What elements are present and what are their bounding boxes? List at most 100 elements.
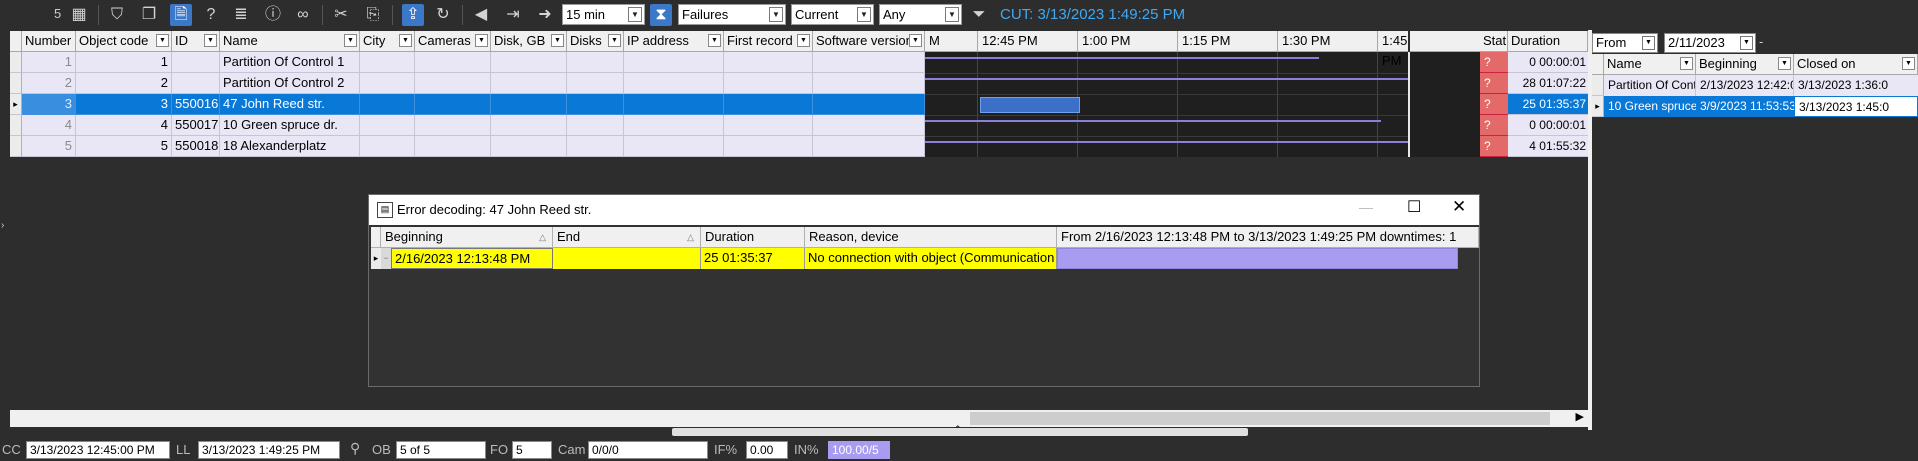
ll-field[interactable]: 3/13/2023 1:49:25 PM bbox=[198, 441, 340, 459]
table-cell[interactable] bbox=[813, 94, 925, 115]
table-row[interactable]: 4 4 550017 10 Green spruce dr. bbox=[10, 115, 925, 136]
table-cell-number[interactable]: 4 bbox=[22, 115, 76, 136]
table-cell[interactable] bbox=[567, 94, 624, 115]
rcol-name[interactable]: Name ▼ bbox=[1604, 54, 1696, 75]
stat-cell[interactable]: ? bbox=[1480, 94, 1508, 115]
table-cell[interactable] bbox=[724, 52, 813, 73]
table-row[interactable]: 5 5 550018 18 Alexanderplatz bbox=[10, 136, 925, 157]
cam-field[interactable]: 0/0/0 bbox=[588, 441, 708, 459]
refresh-icon[interactable]: ↻ bbox=[432, 4, 454, 26]
col-city[interactable]: City ▼ bbox=[360, 31, 415, 52]
table-row[interactable]: 2 2 Partition Of Control 2 bbox=[10, 73, 925, 94]
table-cell[interactable] bbox=[491, 136, 567, 157]
table-cell-name[interactable]: 47 John Reed str. bbox=[220, 94, 360, 115]
duration-cell[interactable]: 0 00:00:01 bbox=[1508, 115, 1588, 136]
table-cell[interactable] bbox=[567, 115, 624, 136]
export-icon[interactable]: ⇪ bbox=[402, 4, 424, 26]
table-cell[interactable] bbox=[360, 115, 415, 136]
table-cell[interactable] bbox=[415, 73, 491, 94]
table-cell-code[interactable]: 3 bbox=[76, 94, 172, 115]
table-cell[interactable] bbox=[624, 73, 724, 94]
stat-cell[interactable]: ? bbox=[1480, 115, 1508, 136]
table-cell-id[interactable] bbox=[172, 73, 220, 94]
table-cell[interactable] bbox=[724, 136, 813, 157]
table-cell-name[interactable]: 18 Alexanderplatz bbox=[220, 136, 360, 157]
table-cell-code[interactable]: 1 bbox=[76, 52, 172, 73]
table-cell-number[interactable]: 1 bbox=[22, 52, 76, 73]
table-cell[interactable] bbox=[360, 52, 415, 73]
info-icon[interactable]: ⓘ bbox=[262, 4, 284, 26]
col-id[interactable]: ID ▼ bbox=[172, 31, 220, 52]
in-field[interactable]: 100.00/5 bbox=[828, 441, 890, 459]
duration-cell[interactable]: 0 00:00:01 bbox=[1508, 52, 1588, 73]
scope-select[interactable]: Any ▼ bbox=[879, 4, 962, 25]
duration-cell[interactable]: 25 01:35:37 bbox=[1508, 94, 1588, 115]
rcol-beginning[interactable]: Beginning ▼ bbox=[1696, 54, 1794, 75]
table-cell[interactable] bbox=[360, 136, 415, 157]
back-icon[interactable]: ◀ bbox=[470, 4, 492, 26]
hourglass-icon[interactable]: ⧗ bbox=[650, 4, 672, 26]
table-cell[interactable] bbox=[360, 94, 415, 115]
col-object-code[interactable]: Object code ▼ bbox=[76, 31, 172, 52]
table-cell[interactable] bbox=[624, 115, 724, 136]
table-cell-id[interactable] bbox=[172, 52, 220, 73]
rp-row-2-beginning[interactable]: 3/9/2023 11:53:53 A bbox=[1696, 96, 1794, 117]
maximize-icon[interactable]: ☐ bbox=[1407, 197, 1421, 217]
from-select[interactable]: From ▼ bbox=[1592, 33, 1658, 53]
table-cell-id[interactable]: 550017 bbox=[172, 115, 220, 136]
table-cell[interactable] bbox=[415, 52, 491, 73]
table-cell-name[interactable]: 10 Green spruce dr. bbox=[220, 115, 360, 136]
table-cell[interactable] bbox=[624, 52, 724, 73]
dcol-reason[interactable]: Reason, device bbox=[805, 227, 1057, 248]
table-cell[interactable] bbox=[415, 94, 491, 115]
if-field[interactable]: 0.00 bbox=[746, 441, 788, 459]
minimize-icon[interactable]: — bbox=[1359, 199, 1373, 215]
table-cell[interactable] bbox=[724, 73, 813, 94]
col-duration[interactable]: Duration bbox=[1508, 31, 1588, 52]
dialog-cell-beginning[interactable]: 2/16/2023 12:13:48 PM bbox=[391, 248, 553, 269]
table-cell-id[interactable]: 550018 bbox=[172, 136, 220, 157]
col-name[interactable]: Name ▼ bbox=[220, 31, 360, 52]
dialog-cell-reason[interactable]: No connection with object (Communication bbox=[805, 248, 1057, 269]
stat-cell[interactable]: ? bbox=[1480, 52, 1508, 73]
table-cell[interactable] bbox=[724, 115, 813, 136]
table-cell-number[interactable]: 5 bbox=[22, 136, 76, 157]
cc-field[interactable]: 3/13/2023 12:45:00 PM bbox=[26, 441, 170, 459]
from-date-picker[interactable]: 2/11/2023 ▼ bbox=[1664, 33, 1756, 53]
scroll-thumb[interactable] bbox=[970, 412, 1550, 425]
table-cell[interactable] bbox=[624, 94, 724, 115]
table-cell-name[interactable]: Partition Of Control 2 bbox=[220, 73, 360, 94]
stat-cell[interactable]: ? bbox=[1480, 73, 1508, 94]
document-icon[interactable]: 🗎 bbox=[170, 4, 192, 26]
stat-cell[interactable]: ? bbox=[1480, 136, 1508, 157]
table-cell-id[interactable]: 550016 bbox=[172, 94, 220, 115]
col-first-record[interactable]: First record ▼ bbox=[724, 31, 813, 52]
expand-chevron-icon[interactable]: › bbox=[1, 220, 4, 231]
dialog-cell-duration[interactable]: 25 01:35:37 bbox=[701, 248, 805, 269]
fo-field[interactable]: 5 bbox=[512, 441, 552, 459]
table-cell[interactable] bbox=[491, 115, 567, 136]
skip-forward-icon[interactable]: ⇥ bbox=[502, 4, 524, 26]
table-cell-code[interactable]: 4 bbox=[76, 115, 172, 136]
table-row[interactable]: 1 1 Partition Of Control 1 bbox=[10, 52, 925, 73]
help-icon[interactable]: ? bbox=[200, 4, 222, 26]
funnel-icon[interactable]: ⏷ bbox=[968, 4, 990, 26]
table-cell-number[interactable]: 3 bbox=[22, 94, 76, 115]
table-cell[interactable] bbox=[415, 115, 491, 136]
dcol-beginning[interactable]: Beginning △ bbox=[381, 227, 553, 248]
col-stat[interactable]: Stat bbox=[1480, 31, 1508, 52]
table-cell[interactable] bbox=[360, 73, 415, 94]
duration-cell[interactable]: 4 01:55:32 bbox=[1508, 136, 1588, 157]
chevron-up-icon[interactable]: ⌃ bbox=[954, 424, 962, 435]
table-cell[interactable] bbox=[491, 94, 567, 115]
table-cell[interactable] bbox=[813, 115, 925, 136]
table-cell[interactable] bbox=[567, 136, 624, 157]
timeline-panel[interactable]: M 12:45 PM 1:00 PM 1:15 PM 1:30 PM 1:45 … bbox=[925, 31, 1411, 157]
col-ip-address[interactable]: IP address ▼ bbox=[624, 31, 724, 52]
table-cell[interactable] bbox=[415, 136, 491, 157]
ob-field[interactable]: 5 of 5 bbox=[396, 441, 486, 459]
row-expand-icon[interactable]: − bbox=[381, 248, 391, 269]
copy-icon[interactable]: ⎘ bbox=[362, 4, 384, 26]
col-disk-gb[interactable]: Disk, GB ▼ bbox=[491, 31, 567, 52]
rp-row-1-beginning[interactable]: 2/13/2023 12:42:03 bbox=[1696, 75, 1794, 96]
